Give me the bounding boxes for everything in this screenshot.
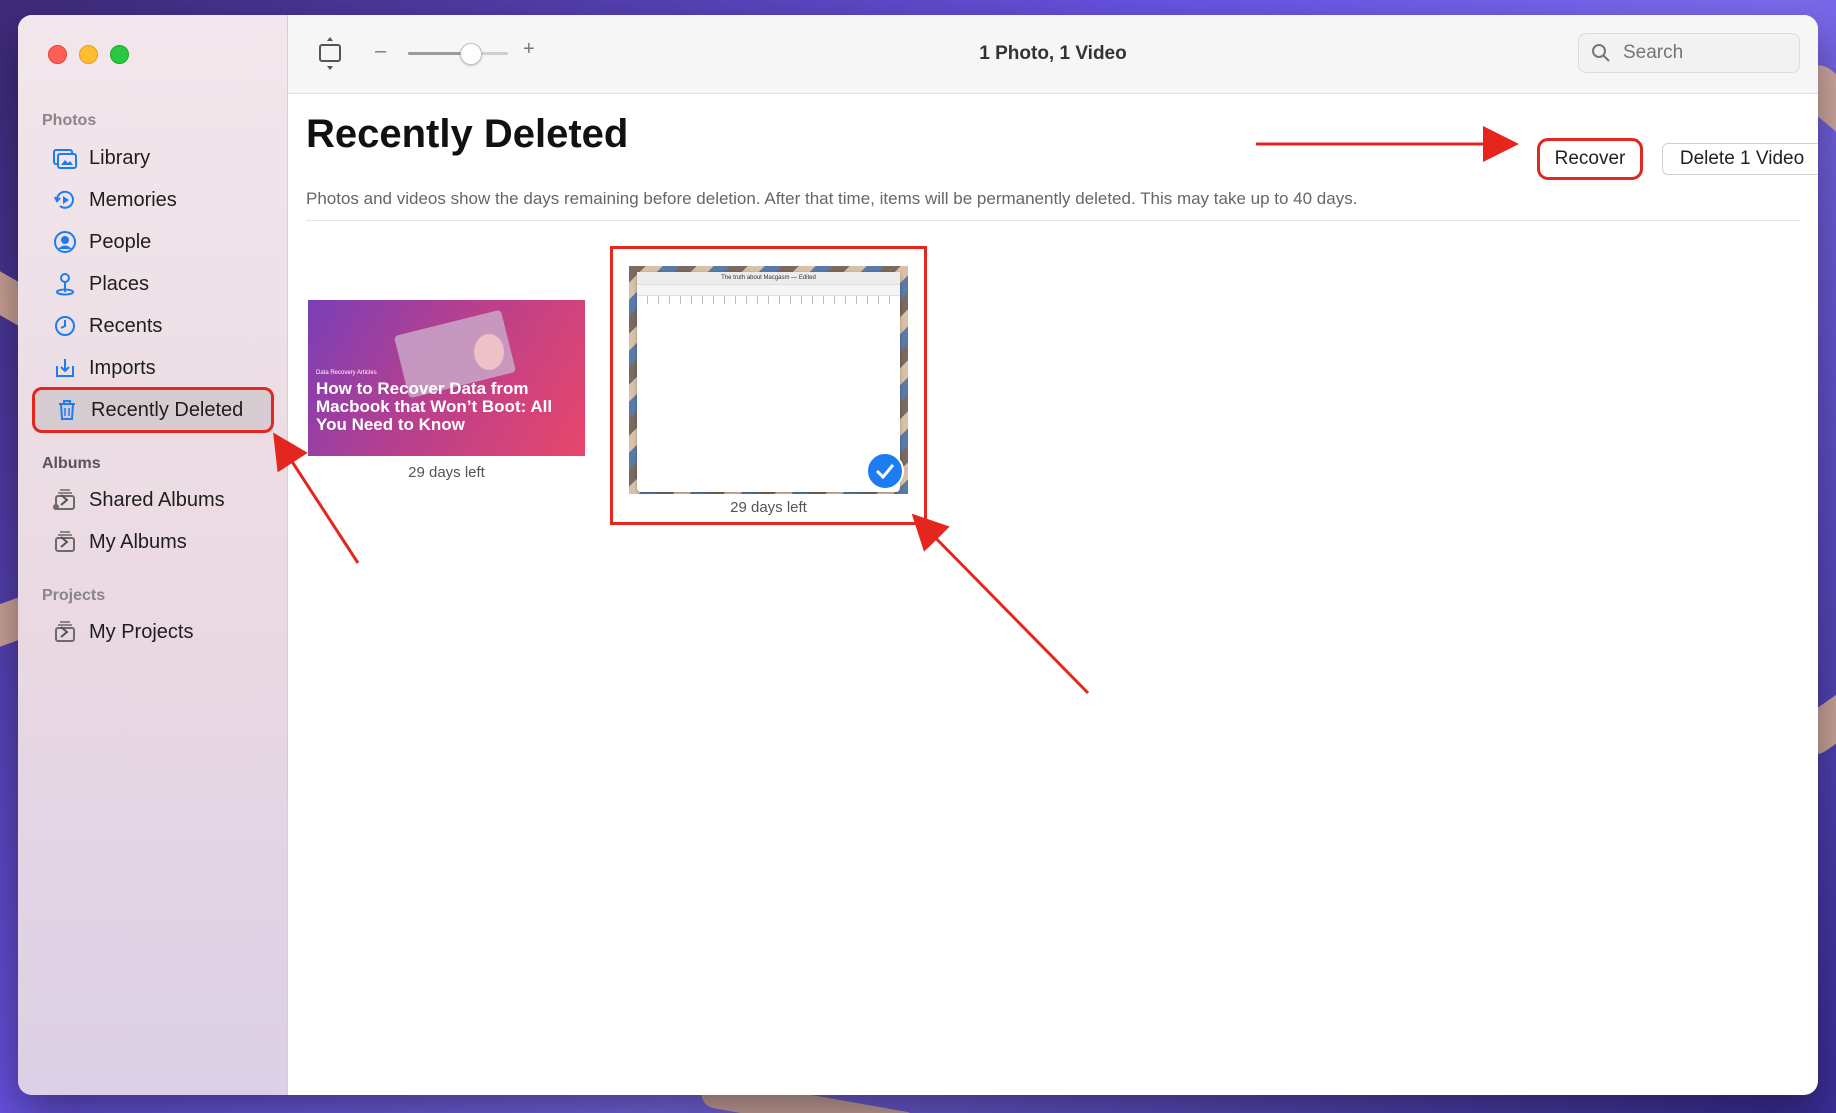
sidebar-item-shared-albums[interactable]: Shared Albums — [33, 480, 273, 520]
library-icon — [53, 146, 77, 170]
places-icon — [53, 272, 77, 296]
albums-section-header: Albums — [42, 455, 101, 472]
sidebar-item-label: My Projects — [89, 620, 194, 643]
sidebar-item-imports[interactable]: Imports — [33, 348, 273, 388]
main-content: Recently Deleted Recover Delete 1 Video … — [288, 94, 1818, 1095]
photo-thumbnail[interactable]: Data Recovery Articles How to Recover Da… — [308, 300, 585, 456]
sidebar: Photos Library Memories People Places Re… — [18, 15, 288, 1095]
sidebar-item-label: Shared Albums — [89, 488, 225, 511]
search-icon — [1592, 44, 1610, 62]
sidebar-item-label: Places — [89, 272, 150, 295]
document-window-preview: The truth about Macgasm — Edited — [637, 272, 900, 492]
minimize-window-button[interactable] — [79, 45, 98, 64]
trash-icon — [55, 398, 79, 422]
divider — [306, 220, 1800, 221]
zoom-window-button[interactable] — [110, 45, 129, 64]
thumbnail-headline: How to Recover Data from Macbook that Wo… — [316, 379, 553, 434]
chevron-right-icon[interactable] — [59, 625, 69, 639]
window-controls — [48, 45, 129, 64]
sidebar-item-places[interactable]: Places — [33, 264, 273, 304]
sidebar-item-library[interactable]: Library — [33, 138, 273, 178]
zoom-slider-thumb[interactable] — [460, 43, 482, 65]
delete-video-button[interactable]: Delete 1 Video — [1662, 143, 1818, 175]
photo-days-left: 29 days left — [408, 464, 485, 481]
document-toolbar — [637, 285, 900, 296]
zoom-slider-track[interactable] — [408, 52, 508, 55]
sidebar-item-label: Memories — [89, 188, 177, 211]
sidebar-item-label: Library — [89, 146, 151, 169]
zoom-out-button[interactable]: – — [375, 40, 386, 63]
memories-icon — [53, 188, 77, 212]
apple-logo-illustration — [474, 334, 504, 370]
recover-button[interactable]: Recover — [1537, 138, 1643, 180]
toolbar: – + 1 Photo, 1 Video — [288, 15, 1818, 94]
people-icon — [53, 230, 77, 254]
video-thumbnail[interactable]: The truth about Macgasm — Edited — [629, 266, 908, 494]
sidebar-item-label: My Albums — [89, 530, 187, 553]
close-window-button[interactable] — [48, 45, 67, 64]
sidebar-item-recently-deleted[interactable]: Recently Deleted — [32, 387, 274, 433]
document-title: The truth about Macgasm — Edited — [637, 272, 900, 285]
sidebar-item-label: Imports — [89, 356, 156, 379]
zoom-in-button[interactable]: + — [523, 38, 535, 61]
sidebar-item-memories[interactable]: Memories — [33, 180, 273, 220]
photos-section-header: Photos — [42, 112, 97, 129]
sidebar-item-recents[interactable]: Recents — [33, 306, 273, 346]
page-description: Photos and videos show the days remainin… — [306, 189, 1358, 208]
page-title: Recently Deleted — [306, 112, 629, 156]
video-days-left: 29 days left — [730, 499, 807, 516]
sidebar-item-label: Recently Deleted — [91, 398, 244, 421]
thumbnail-kicker: Data Recovery Articles — [316, 370, 377, 376]
chevron-right-icon[interactable] — [59, 535, 69, 549]
sidebar-item-my-projects[interactable]: My Projects — [33, 612, 273, 652]
imports-icon — [53, 356, 77, 380]
projects-section-header: Projects — [42, 587, 106, 604]
selected-checkmark-icon — [866, 452, 904, 490]
photos-window: Photos Library Memories People Places Re… — [18, 15, 1818, 1095]
sidebar-item-label: Recents — [89, 314, 163, 337]
sidebar-item-my-albums[interactable]: My Albums — [33, 522, 273, 562]
recents-icon — [53, 314, 77, 338]
chevron-right-icon[interactable] — [59, 493, 69, 507]
sidebar-item-people[interactable]: People — [33, 222, 273, 262]
sidebar-item-label: People — [89, 230, 152, 253]
document-ruler — [637, 296, 900, 304]
aspect-ratio-toggle-icon[interactable] — [318, 37, 342, 71]
search-field[interactable] — [1578, 33, 1800, 73]
search-input[interactable] — [1621, 41, 1785, 65]
